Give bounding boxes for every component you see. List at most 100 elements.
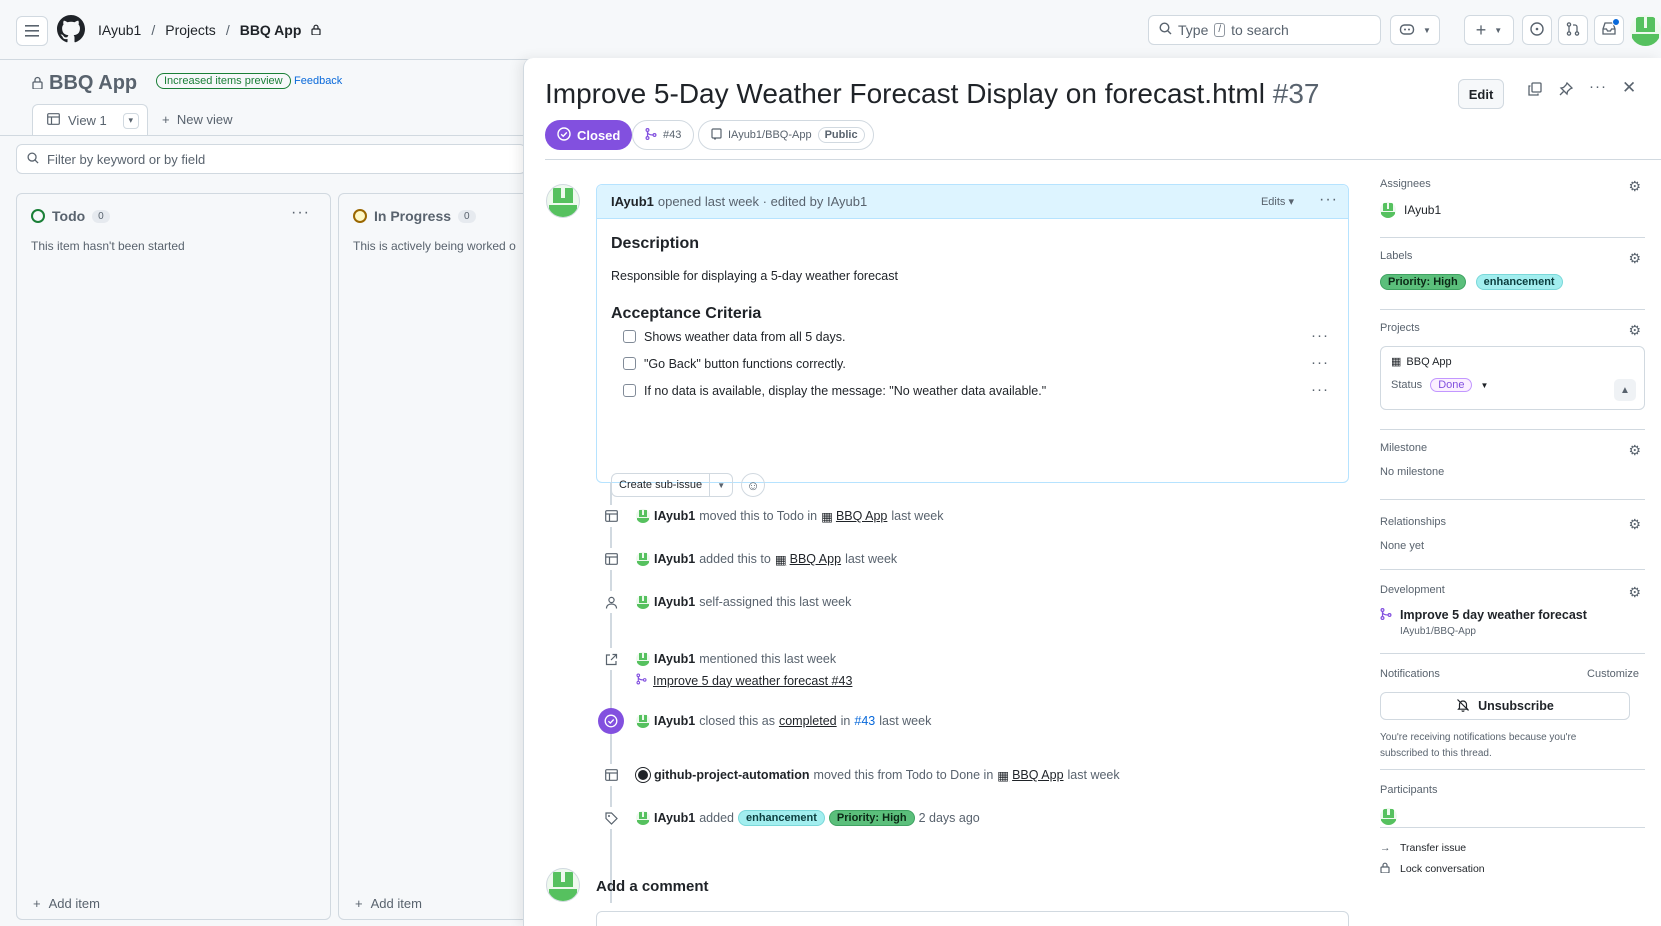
event-actor[interactable]: IAyub1 (654, 509, 695, 523)
crumb-projects[interactable]: Projects (165, 22, 216, 38)
user-avatar[interactable] (1630, 15, 1661, 46)
relationships-title: Relationships (1380, 516, 1447, 528)
pull-requests-button[interactable] (1558, 15, 1588, 45)
new-view-button[interactable]: + New view (162, 112, 232, 127)
assignee[interactable]: IAyub1 (1380, 202, 1645, 218)
more-options-icon[interactable]: ··· (1311, 381, 1329, 398)
crumb-project[interactable]: BBQ App (240, 22, 302, 38)
linked-pr-title: Improve 5 day weather forecast (1400, 608, 1587, 622)
transfer-issue-button[interactable]: → Transfer issue (1380, 842, 1645, 854)
actor-avatar[interactable] (636, 595, 650, 609)
menu-icon[interactable] (16, 16, 48, 46)
pin-icon[interactable] (1559, 81, 1574, 100)
lock-conversation-label: Lock conversation (1400, 863, 1485, 875)
chevron-up-icon[interactable]: ▲ (1614, 379, 1636, 401)
project-link-label: BBQ App (1012, 768, 1064, 782)
smiley-icon[interactable]: ☺ (741, 473, 765, 497)
event-actor[interactable]: IAyub1 (654, 595, 695, 609)
actor-avatar[interactable] (636, 652, 650, 666)
more-options-icon[interactable]: ··· (1589, 78, 1607, 95)
filter-placeholder: Filter by keyword or by field (47, 151, 206, 167)
github-logo-icon[interactable] (57, 15, 85, 43)
tab-view-1[interactable]: View 1 ▾ (32, 104, 148, 136)
task-item: If no data is available, display the mes… (623, 377, 1334, 404)
completed-link[interactable]: completed (779, 714, 837, 728)
referenced-pr-link[interactable]: Improve 5 day weather forecast #43 (653, 674, 852, 688)
crumb-owner[interactable]: IAyub1 (98, 22, 141, 38)
timeline-event: IAyub1 moved this to Todo in ▦ BBQ App la… (600, 505, 943, 527)
copy-icon[interactable] (1528, 82, 1542, 100)
comment-editor[interactable] (596, 911, 1349, 926)
event-actor[interactable]: IAyub1 (654, 652, 695, 666)
copilot-button[interactable]: ▼ (1390, 15, 1440, 45)
gear-icon[interactable]: ⚙ (1628, 322, 1641, 339)
linked-pr-chip[interactable]: #43 (632, 120, 695, 150)
add-item-label: Add item (370, 896, 422, 911)
add-item-button[interactable]: + Add item (355, 896, 422, 911)
more-options-icon[interactable]: ··· (1311, 354, 1329, 371)
task-checkbox[interactable] (623, 357, 636, 370)
gear-icon[interactable]: ⚙ (1628, 584, 1641, 601)
event-actor[interactable]: github-project-automation (654, 768, 810, 782)
chevron-down-icon[interactable]: ▼ (1480, 381, 1488, 390)
table-icon: ▦ (997, 768, 1010, 783)
comment-author[interactable]: IAyub1 (611, 194, 654, 209)
label-enhancement[interactable]: enhancement (1475, 274, 1563, 290)
add-item-button[interactable]: + Add item (33, 896, 100, 911)
lock-icon (1380, 862, 1390, 876)
customize-link[interactable]: Customize (1587, 668, 1639, 680)
project-card-name[interactable]: ▦ BBQ App (1391, 355, 1634, 369)
edit-button[interactable]: Edit (1458, 79, 1504, 109)
actor-avatar[interactable] (636, 552, 650, 566)
lock-icon (311, 22, 322, 38)
merged-icon (1380, 608, 1392, 623)
gear-icon[interactable]: ⚙ (1628, 442, 1641, 459)
create-sub-issue-button[interactable]: Create sub-issue (612, 474, 711, 496)
edits-dropdown[interactable]: Edits ▾ (1261, 195, 1294, 208)
gear-icon[interactable]: ⚙ (1628, 250, 1641, 267)
task-checkbox[interactable] (623, 330, 636, 343)
lock-icon (32, 72, 43, 95)
issue-sidebar: Assignees ⚙ IAyub1 Labels ⚙ Priority: Hi… (1380, 178, 1645, 876)
notification-dot (1612, 18, 1620, 26)
author-avatar[interactable] (546, 184, 580, 218)
task-checkbox[interactable] (623, 384, 636, 397)
inbox-button[interactable] (1594, 15, 1624, 45)
actor-avatar[interactable] (636, 509, 650, 523)
more-options-icon[interactable]: ··· (291, 204, 310, 222)
status-value[interactable]: Done (1430, 378, 1473, 392)
column-name: In Progress (374, 208, 452, 224)
event-actor[interactable]: IAyub1 (654, 552, 695, 566)
filter-input[interactable]: Filter by keyword or by field (16, 144, 526, 174)
event-actor[interactable]: IAyub1 (654, 811, 695, 825)
project-link[interactable]: ▦ BBQ App (997, 768, 1063, 783)
linked-pull-request[interactable]: Improve 5 day weather forecast IAyub1/BB… (1380, 608, 1645, 637)
label-priority-high[interactable]: Priority: High (828, 810, 915, 826)
participant-avatar[interactable] (1380, 808, 1397, 825)
table-icon: ▦ (774, 552, 787, 567)
event-actor[interactable]: IAyub1 (654, 714, 695, 728)
more-options-icon[interactable]: ··· (1319, 191, 1338, 209)
unsubscribe-button[interactable]: Unsubscribe (1380, 692, 1630, 720)
global-search-input[interactable]: Type / to search (1148, 15, 1381, 45)
lock-conversation-button[interactable]: Lock conversation (1380, 862, 1645, 876)
view-options-dropdown[interactable]: ▾ (122, 112, 139, 129)
issue-number: #37 (1272, 78, 1320, 109)
actor-avatar[interactable] (636, 811, 650, 825)
repository-chip[interactable]: IAyub1/BBQ-App Public (698, 120, 874, 150)
project-link[interactable]: ▦ BBQ App (821, 509, 887, 524)
label-enhancement[interactable]: enhancement (737, 810, 825, 826)
chevron-down-icon[interactable]: ▼ (710, 474, 732, 496)
issues-button[interactable] (1522, 15, 1552, 45)
gear-icon[interactable]: ⚙ (1628, 178, 1641, 195)
create-new-button[interactable]: + ▼ (1464, 15, 1514, 45)
label-priority-high[interactable]: Priority: High (1380, 274, 1466, 290)
gear-icon[interactable]: ⚙ (1628, 516, 1641, 533)
feedback-link[interactable]: Feedback (294, 75, 342, 87)
pr-link[interactable]: #43 (854, 714, 875, 728)
close-icon[interactable]: ✕ (1622, 78, 1636, 98)
project-link[interactable]: ▦ BBQ App (775, 552, 841, 567)
more-options-icon[interactable]: ··· (1311, 327, 1329, 344)
bot-avatar[interactable] (635, 767, 651, 783)
actor-avatar[interactable] (636, 714, 650, 728)
